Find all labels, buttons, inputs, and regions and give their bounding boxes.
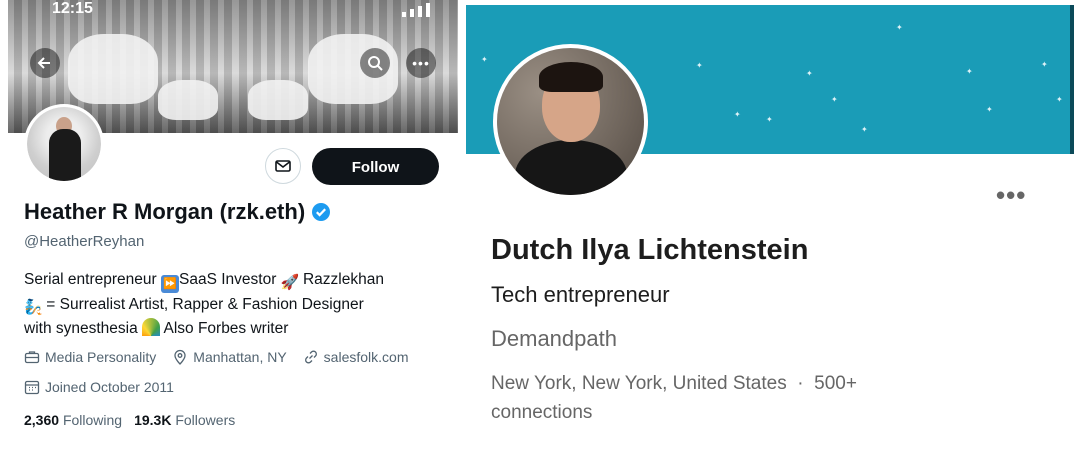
bio-text-1: Serial entrepreneur xyxy=(24,271,161,288)
profile-joined-row: Joined October 2011 xyxy=(24,379,184,395)
linkedin-profile: ✦ ✦ ✦ ✦ ✦ ✦ ✦ ✦ ✦ ✦ ✦ ✦ ••• Dutch Ilya L… xyxy=(466,0,1088,454)
meta-website[interactable]: salesfolk.com xyxy=(303,349,409,365)
twitter-profile: 12:15 ••• Follow Heather R Morgan (rzk.e… xyxy=(0,0,460,454)
more-options-icon[interactable]: ••• xyxy=(996,180,1026,211)
followers-label: Followers xyxy=(175,412,236,428)
meta-joined: Joined October 2011 xyxy=(24,379,174,395)
following-value: 2,360 xyxy=(24,412,60,428)
profile-meta-row: Media Personality Manhattan, NY salesfol… xyxy=(24,349,418,365)
connections-count[interactable]: 500+ xyxy=(814,373,857,394)
profile-company[interactable]: Demandpath xyxy=(491,326,617,352)
location-label: Manhattan, NY xyxy=(193,349,287,365)
category-label: Media Personality xyxy=(45,349,157,365)
avatar[interactable] xyxy=(493,44,648,199)
following-label: Following xyxy=(62,412,123,428)
verified-badge-icon xyxy=(312,203,331,221)
joined-label: Joined October 2011 xyxy=(45,379,174,395)
rocket-emoji-icon: 🚀 xyxy=(280,274,300,291)
avatar[interactable] xyxy=(24,104,104,184)
back-arrow-icon[interactable] xyxy=(30,48,60,78)
signal-icon xyxy=(402,3,430,17)
connections-label[interactable]: connections xyxy=(491,402,592,423)
follow-counts: 2,360 Following 19.3K Followers xyxy=(24,412,235,428)
bio-text-6: Also Forbes writer xyxy=(160,320,289,337)
profile-name: Heather R Morgan (rzk.eth) xyxy=(24,199,331,225)
search-icon[interactable] xyxy=(360,48,390,78)
profile-name: Dutch Ilya Lichtenstein xyxy=(491,234,809,266)
profile-headline: Tech entrepreneur xyxy=(491,282,670,307)
follow-button[interactable]: Follow xyxy=(312,148,439,185)
bio-text-2: SaaS Investor xyxy=(179,271,281,288)
profile-location-row: New York, New York, United States · 500+… xyxy=(491,369,961,427)
status-bar: 12:15 xyxy=(8,0,458,20)
status-time: 12:15 xyxy=(52,0,93,17)
genie-emoji-icon: 🧞 xyxy=(24,299,43,316)
bio-text-5: with synesthesia xyxy=(24,320,143,337)
bio-text-4: = Surrealist Artist, Rapper & Fashion De… xyxy=(42,296,364,313)
location-label: New York, New York, United States xyxy=(491,373,787,394)
meta-location: Manhattan, NY xyxy=(172,349,287,365)
fast-forward-emoji-icon: ⏩ xyxy=(161,275,179,293)
briefcase-icon xyxy=(24,351,40,364)
display-name: Heather R Morgan (rzk.eth) xyxy=(24,199,306,224)
profile-handle: @HeatherReyhan xyxy=(24,233,145,250)
meta-category: Media Personality xyxy=(24,349,156,365)
bio-text-3: Razzlekhan xyxy=(298,271,384,288)
message-button[interactable] xyxy=(265,148,301,184)
mail-icon xyxy=(275,160,291,172)
rainbow-emoji-icon xyxy=(142,318,161,336)
link-icon xyxy=(304,350,317,364)
following-count[interactable]: 2,360 Following xyxy=(24,412,122,428)
location-pin-icon xyxy=(174,349,186,365)
calendar-icon xyxy=(24,380,40,395)
website-link[interactable]: salesfolk.com xyxy=(324,349,409,365)
followers-value: 19.3K xyxy=(134,412,172,428)
profile-bio: Serial entrepreneur ⏩ SaaS Investor 🚀 Raz… xyxy=(24,268,444,341)
followers-count[interactable]: 19.3K Followers xyxy=(134,412,235,428)
more-icon[interactable]: ••• xyxy=(406,48,436,78)
separator-dot: · xyxy=(797,373,804,394)
